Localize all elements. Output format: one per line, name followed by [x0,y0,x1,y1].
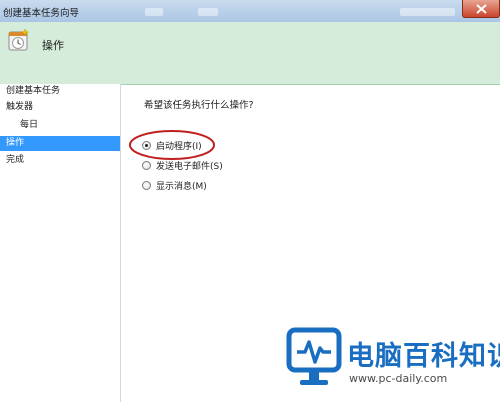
watermark: 电脑百科知识 www.pc-daily.com [285,322,500,402]
monitor-pulse-icon [286,327,342,385]
nav-step-label: 每日 [20,120,39,130]
title-bar-blur [198,8,218,16]
nav-step-action[interactable]: 操作 [0,136,120,151]
nav-step-label: 完成 [6,155,25,165]
nav-step-finish[interactable]: 完成 [0,153,120,168]
watermark-url: www.pc-daily.com [349,372,448,385]
annotation-ellipse [129,130,215,160]
window-title: 创建基本任务向导 [3,8,80,19]
header-title: 操作 [42,39,64,52]
option-label: 显示消息(M) [156,181,207,192]
nav-step-daily[interactable]: 每日 [0,118,120,133]
option-show-message[interactable]: 显示消息(M) [142,178,207,192]
wizard-header: 操作 [0,22,500,85]
title-bar-blur [145,8,163,16]
radio-show-message[interactable] [142,180,151,190]
task-clock-icon [8,28,30,51]
nav-step-trigger[interactable]: 触发器 [0,100,120,115]
watermark-brand: 电脑百科知识 [347,341,500,372]
close-button[interactable] [462,0,500,18]
nav-divider [120,84,121,402]
title-bar-blur [400,8,455,16]
nav-step-label: 操作 [6,138,25,148]
action-question: 希望该任务执行什么操作? [144,100,254,111]
nav-step-label: 创建基本任务 [6,86,61,96]
nav-step-label: 触发器 [6,102,34,112]
wizard-steps-nav: 创建基本任务 触发器 每日 操作 完成 [0,84,120,402]
title-bar: 创建基本任务向导 [0,0,500,22]
nav-step-create-basic-task[interactable]: 创建基本任务 [0,84,120,99]
close-icon [476,4,487,14]
